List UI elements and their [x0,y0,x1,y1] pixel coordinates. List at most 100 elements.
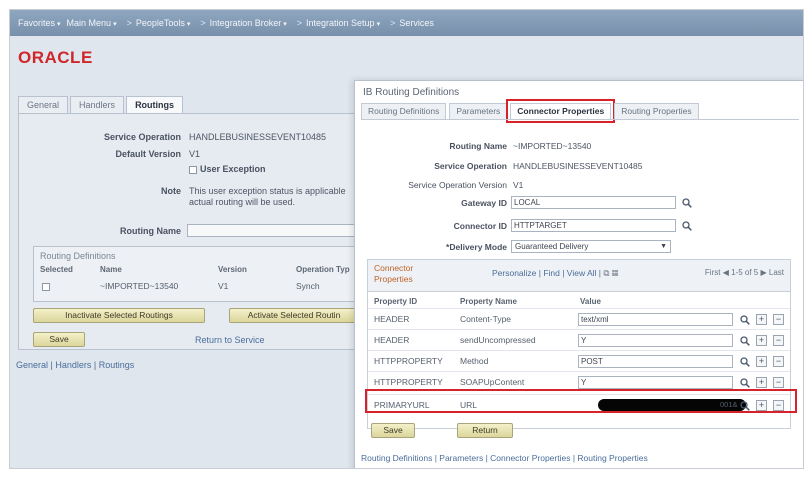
page-tabs: General Handlers Routings [18,96,185,113]
default-version-label: Default Version [115,149,181,159]
value-input[interactable]: POST [578,355,733,368]
tab-routing-definitions[interactable]: Routing Definitions [361,103,447,119]
add-row-icon[interactable]: + [756,377,767,388]
lookup-icon[interactable] [740,378,750,388]
col-version: Version [218,265,247,274]
col-value: Value [580,297,601,306]
col-selected: Selected [40,265,73,274]
delivery-mode-label: *Delivery Mode [446,242,507,252]
oracle-logo: ORACLE [18,48,93,67]
zoom-icon[interactable]: ⧉ [603,268,609,278]
user-exception-label: User Exception [200,164,266,174]
tab-divider [361,119,799,120]
value-input[interactable]: Y [578,334,733,347]
gateway-id-input[interactable]: LOCAL [511,196,676,209]
modal-tabs: Routing Definitions Parameters Connector… [361,99,702,123]
grid-title: Connector Properties [374,263,414,284]
row-select-checkbox[interactable] [42,281,53,291]
nav-integration-broker[interactable]: Integration Broker ▾ [210,18,287,28]
routing-name-value: ~IMPORTED~13540 [513,141,592,151]
routing-definitions-grid: Routing Definitions Selected Name Versio… [33,246,359,302]
modal-title: IB Routing Definitions [363,87,460,98]
gateway-lookup-icon[interactable] [682,198,692,208]
nav-favorites[interactable]: Favorites ▾ [18,18,61,28]
default-version-value: V1 [189,149,201,159]
lookup-icon[interactable] [740,315,750,325]
inactivate-routings-button[interactable]: Inactivate Selected Routings [33,308,205,323]
connector-id-label: Connector ID [453,221,507,231]
service-operation-value: HANDLEBUSINESSEVENT10485 [189,132,327,142]
grid-title: Routing Definitions [40,251,116,261]
browser-frame: Favorites ▾ Main Menu ▾ > PeopleTools ▾ > I… [9,9,804,469]
nav-integration-setup[interactable]: Integration Setup ▾ [306,18,380,28]
add-row-icon[interactable]: + [756,314,767,325]
modal-return-button[interactable]: Return [457,423,513,438]
user-exception-checkbox[interactable] [189,165,197,174]
delete-row-icon[interactable]: − [773,377,784,388]
table-row: HEADER sendUncompressed Y + − [368,329,790,350]
routings-panel: Service Operation HANDLEBUSINESSEVENT104… [18,113,359,350]
services-page: General Handlers Routings Service Operat… [10,70,359,468]
chevron-down-icon: ▼ [660,243,667,250]
note-text: This user exception status is applicable… [189,186,346,207]
activate-routings-button[interactable]: Activate Selected Routin [229,308,359,323]
col-property-id: Property ID [374,297,418,306]
last-link[interactable]: Last [769,268,784,277]
lookup-icon[interactable] [740,336,750,346]
tab-routings[interactable]: Routings [126,96,184,113]
value-input[interactable]: Y [578,376,733,389]
add-row-icon[interactable]: + [756,335,767,346]
delivery-mode-select[interactable]: Guaranteed Delivery ▼ [511,240,671,253]
service-operation-label: Service Operation [103,132,181,142]
value-input[interactable]: text/xml [578,313,733,326]
tab-routing-properties[interactable]: Routing Properties [614,103,699,119]
return-to-service-link[interactable]: Return to Service [195,335,265,345]
routing-name-label: Routing Name [449,141,507,151]
nav-main-menu[interactable]: Main Menu ▾ [67,18,117,28]
service-operation-version-label: Service Operation Version [408,180,507,190]
table-row: HEADER Content-Type text/xml + − [368,308,790,329]
routing-name-label: Routing Name [119,226,181,236]
col-operation-type: Operation Typ [296,265,350,274]
connector-lookup-icon[interactable] [682,221,692,231]
grid-header-bar: Connector Properties Personalize | Find … [368,260,790,292]
modal-bottom-links[interactable]: Routing Definitions | Parameters | Conne… [361,453,648,463]
delete-row-icon[interactable]: − [773,356,784,367]
col-property-name: Property Name [460,297,517,306]
first-link[interactable]: First [705,268,721,277]
grid-tools: Personalize | Find | View All | ⧉ ▦ [492,268,618,279]
add-row-icon[interactable]: + [756,356,767,367]
note-label: Note [161,186,181,196]
delete-row-icon[interactable]: − [773,314,784,325]
save-button[interactable]: Save [33,332,85,347]
page-bottom-links[interactable]: General | Handlers | Routings [16,360,134,370]
routing-name-input[interactable] [187,224,359,237]
prev-icon[interactable]: ◀ [723,268,729,277]
routing-type-cell: Synch [296,281,320,291]
gateway-id-label: Gateway ID [461,198,507,208]
nav-peopletools[interactable]: PeopleTools ▾ [136,18,191,28]
delete-row-icon[interactable]: − [773,335,784,346]
routing-version-cell: V1 [218,281,229,291]
tab-handlers[interactable]: Handlers [70,96,125,113]
modal-save-button[interactable]: Save [371,423,415,438]
next-icon[interactable]: ▶ [760,268,766,277]
connector-id-input[interactable]: HTTPTARGET [511,219,676,232]
top-navigation: Favorites ▾ Main Menu ▾ > PeopleTools ▾ > I… [10,10,803,36]
grid-personalize-links[interactable]: Personalize | Find | View All | [492,268,601,278]
routing-name-cell[interactable]: ~IMPORTED~13540 [100,281,178,291]
service-operation-value: HANDLEBUSINESSEVENT10485 [513,161,643,171]
table-row: HTTPPROPERTY Method POST + − [368,350,790,371]
tab-connector-properties[interactable]: Connector Properties [506,99,616,123]
service-operation-version-value: V1 [513,180,524,190]
user-exception-field: User Exception [189,164,266,174]
tab-parameters[interactable]: Parameters [449,103,508,119]
tab-general[interactable]: General [18,96,69,113]
routing-definitions-modal: IB Routing Definitions Routing Definitio… [354,80,803,468]
download-icon[interactable]: ▦ [612,268,618,278]
nav-services[interactable]: Services [399,18,434,28]
row-count: 1-5 of 5 [731,268,759,277]
col-name: Name [100,265,122,274]
service-operation-label: Service Operation [434,161,507,171]
lookup-icon[interactable] [740,357,750,367]
